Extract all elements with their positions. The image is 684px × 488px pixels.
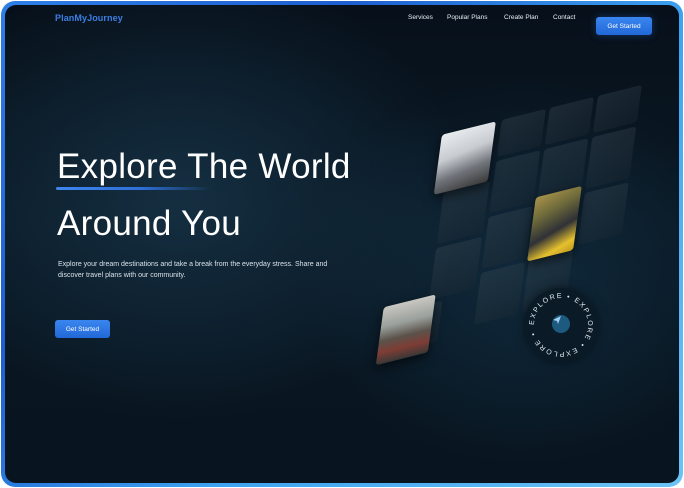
photo-collage: [375, 60, 655, 376]
hero-description: Explore your dream destinations and take…: [58, 261, 328, 279]
collage-tile: [585, 126, 637, 190]
collage-tile: [577, 182, 629, 245]
nav-link-create-plan[interactable]: Create Plan: [504, 14, 538, 21]
hero-title-line-1: Explore The World: [57, 147, 351, 186]
paper-plane-icon: [552, 315, 570, 333]
landing-page: PlanMyJourney Services Popular Plans Cre…: [5, 5, 679, 483]
collage-tile: [474, 262, 526, 325]
photo-couple-street: [527, 185, 582, 262]
nav-link-popular-plans[interactable]: Popular Plans: [447, 14, 487, 21]
nav-get-started-button[interactable]: Get Started: [596, 17, 652, 35]
explore-badge: EXPLORE • EXPLORE • EXPLORE •: [524, 288, 598, 362]
hero-title-line-2: Around You: [57, 204, 242, 243]
hero-get-started-button[interactable]: Get Started: [55, 320, 110, 338]
collage-tile: [429, 236, 483, 300]
nav-link-contact[interactable]: Contact: [553, 14, 575, 21]
device-frame: PlanMyJourney Services Popular Plans Cre…: [1, 1, 683, 487]
photo-car-road: [375, 294, 436, 366]
top-nav: Services Popular Plans Create Plan Conta…: [5, 13, 679, 35]
title-underline: [56, 187, 211, 190]
nav-link-services[interactable]: Services: [408, 14, 433, 21]
collage-tile: [489, 150, 541, 213]
collage-tile: [481, 206, 533, 269]
